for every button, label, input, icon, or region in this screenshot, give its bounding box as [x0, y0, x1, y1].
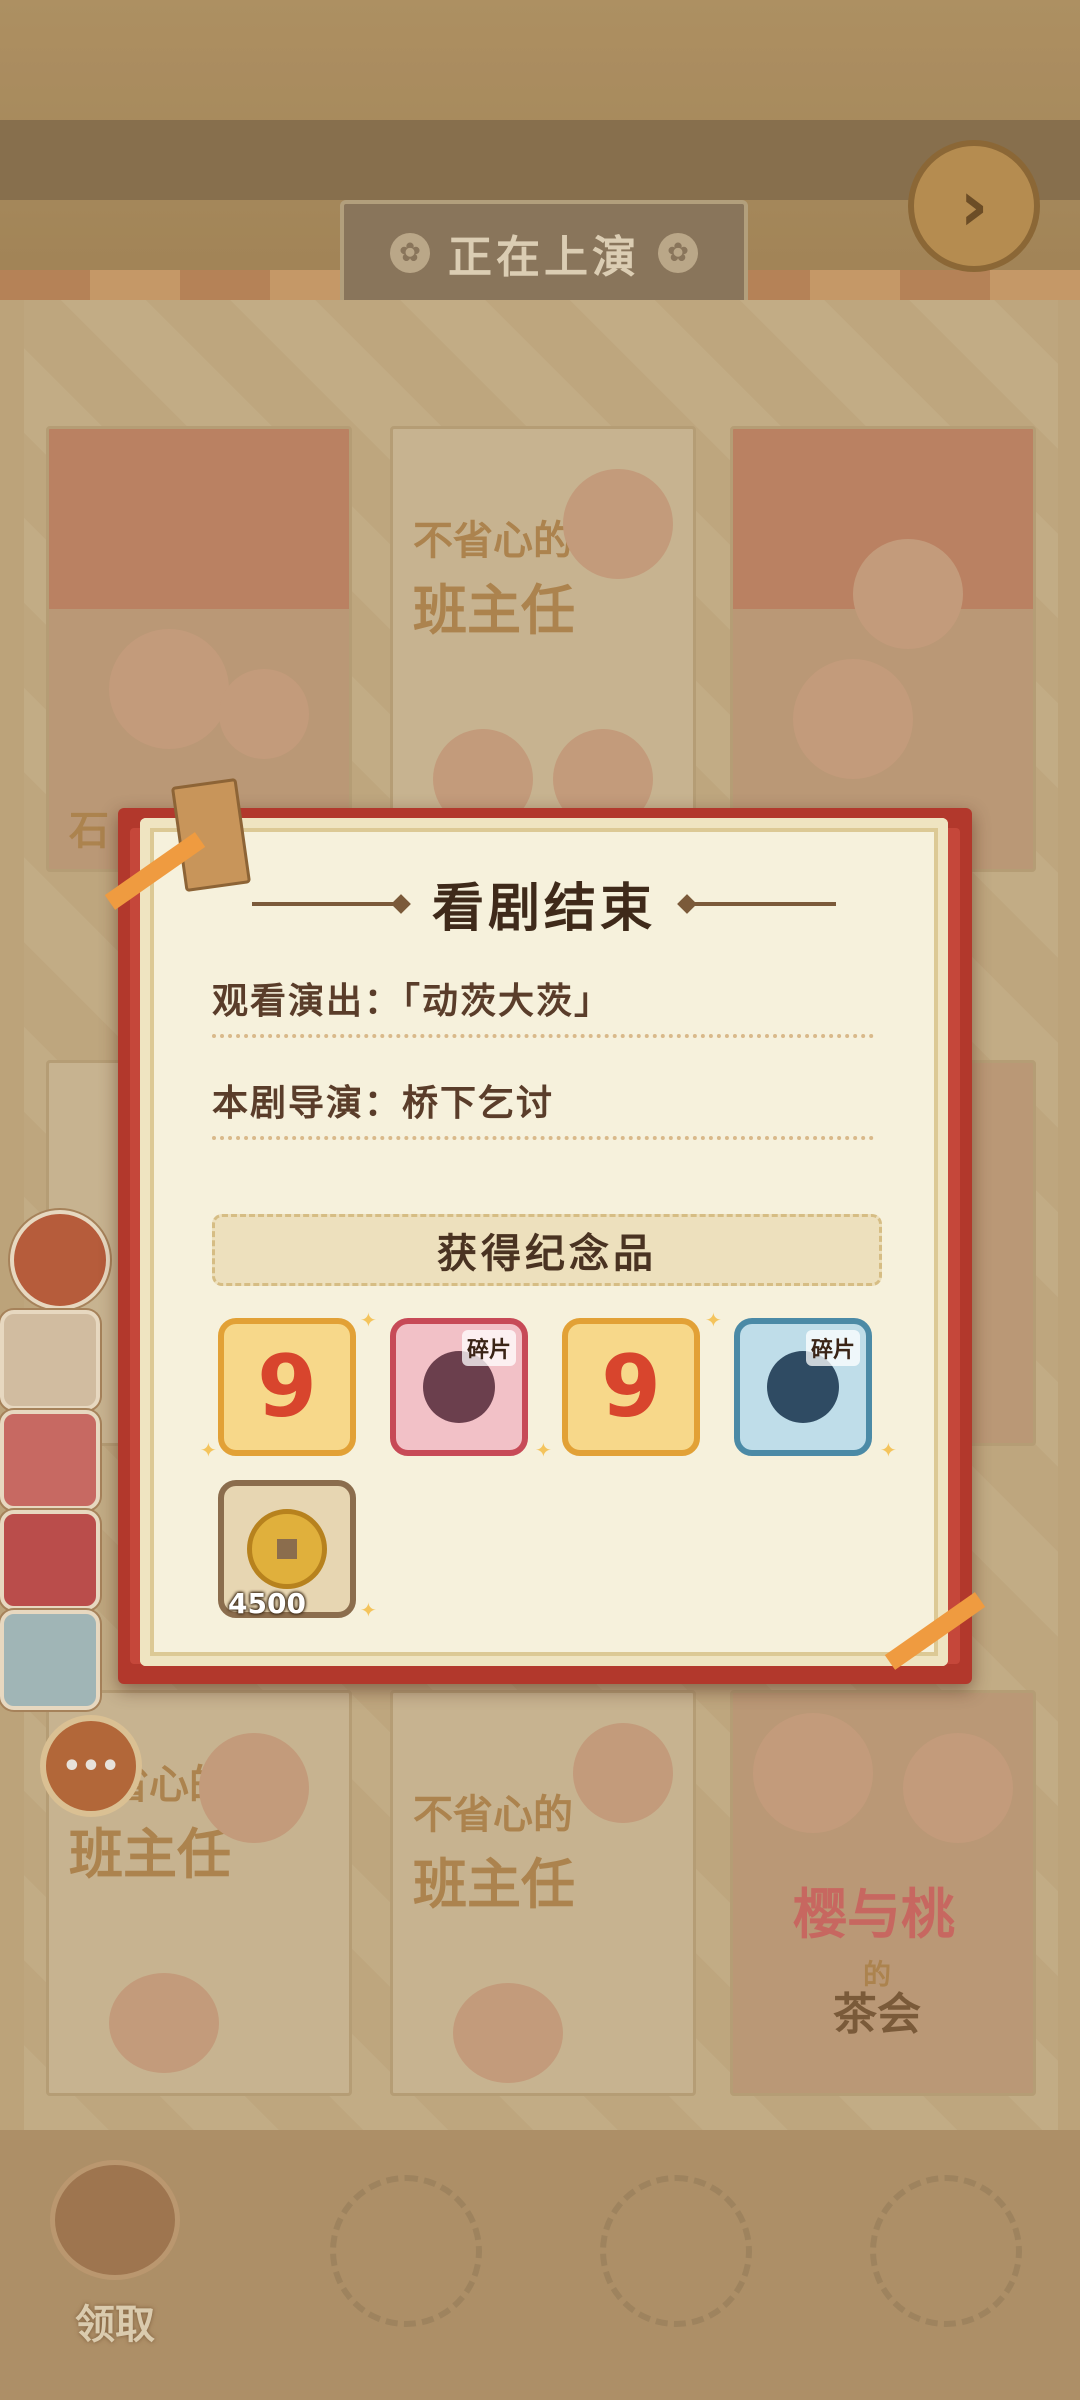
dialog-header: 看剧结束: [140, 866, 948, 941]
dotted-divider: [212, 1136, 874, 1140]
coin-icon: [247, 1509, 327, 1589]
dotted-divider: [212, 1034, 874, 1038]
dialog-title: 看剧结束: [431, 879, 656, 939]
sparkle-icon: ✦: [200, 1438, 217, 1462]
ticket-icon: 9: [601, 1337, 661, 1437]
sparkle-icon: ✦: [535, 1438, 552, 1462]
fragment-badge: 碎片: [461, 1330, 516, 1366]
sparkle-icon: ✦: [360, 1598, 377, 1622]
reward-quantity: 4500: [228, 1587, 306, 1620]
reward-item[interactable]: 9: [218, 1318, 356, 1456]
show-name-row: 观看演出：「动茨大茨」: [212, 981, 613, 1022]
title-divider: [251, 901, 402, 906]
fragment-badge: 碎片: [805, 1330, 860, 1366]
director-row: 本剧导演：桥下乞讨: [212, 1083, 555, 1124]
reward-item[interactable]: 9: [562, 1318, 700, 1456]
reward-item[interactable]: 4500: [218, 1480, 356, 1620]
show-ended-dialog: 看剧结束 观看演出：「动茨大茨」 本剧导演：桥下乞讨 获得纪念品 9 碎片 9 …: [140, 818, 948, 1666]
title-divider: [686, 901, 836, 906]
reward-item[interactable]: 碎片: [734, 1318, 872, 1456]
sparkle-icon: ✦: [705, 1308, 722, 1332]
sparkle-icon: ✦: [880, 1438, 897, 1462]
ticket-icon: 9: [257, 1337, 317, 1437]
souvenir-header: 获得纪念品: [212, 1214, 882, 1286]
reward-item[interactable]: 碎片: [390, 1318, 528, 1456]
sparkle-icon: ✦: [360, 1308, 377, 1332]
